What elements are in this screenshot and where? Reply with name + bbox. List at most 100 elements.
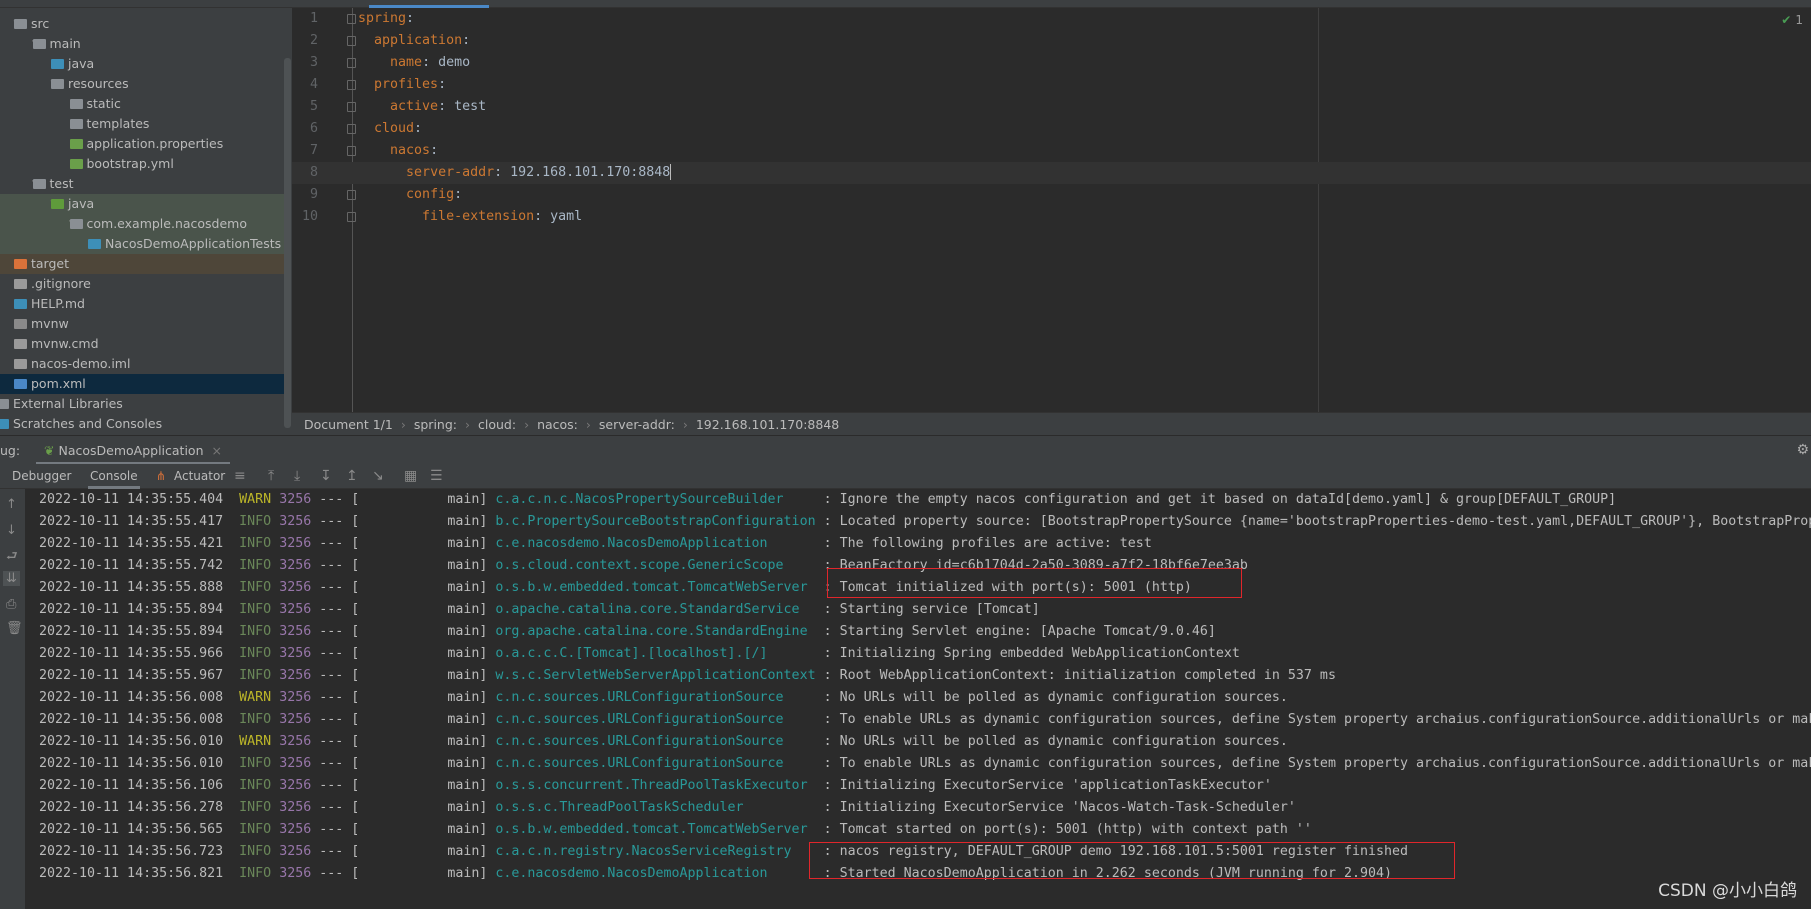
up-arrow-icon[interactable]: ↑: [6, 497, 17, 512]
yaml-key: application: [374, 33, 463, 48]
code-line[interactable]: 1 spring:: [292, 8, 1811, 30]
soft-wrap-icon[interactable]: ⮐: [6, 547, 18, 569]
tab-debugger[interactable]: Debugger: [12, 464, 71, 489]
log-row: 2022-10-11 14:35:56.565 INFO 3256 --- [ …: [39, 822, 1312, 837]
tree-item[interactable]: mvnw.cmd: [0, 334, 284, 354]
log-row: 2022-10-11 14:35:56.106 INFO 3256 --- [ …: [39, 778, 1272, 793]
run-to-cursor-icon[interactable]: ↘: [372, 464, 384, 489]
code-line[interactable]: 5 active: test: [292, 96, 1811, 118]
test-folder-icon: [51, 199, 64, 209]
fold-marker-icon[interactable]: [347, 190, 356, 200]
console-output[interactable]: 2022-10-11 14:35:55.404 WARN 3256 --- [ …: [25, 489, 1811, 909]
breadcrumb-item[interactable]: server-addr:: [599, 417, 675, 432]
tree-item[interactable]: static: [0, 94, 284, 114]
tree-item[interactable]: ⌄test: [0, 173, 284, 194]
tree-item[interactable]: ›java: [0, 54, 284, 74]
log-message: Tomcat started on port(s): 5001 (http) w…: [839, 822, 1312, 837]
code-line[interactable]: 3 name: demo: [292, 52, 1811, 74]
console-side-toolbar: ↑ ↓ ⮐ ⇊ ⎙ 🗑: [0, 489, 25, 909]
highlight-box-tomcat-port: [827, 568, 1242, 598]
settings-gear-icon[interactable]: ⚙: [1796, 436, 1809, 465]
test-class-icon: [88, 239, 101, 249]
yaml-key: cloud: [374, 121, 415, 136]
show-execution-point-icon[interactable]: ⤒: [268, 464, 274, 489]
log-pid: 3256: [279, 602, 312, 617]
line-number: 2: [309, 33, 318, 48]
tree-item-label: External Libraries: [13, 396, 123, 411]
fold-marker-icon[interactable]: [347, 146, 356, 156]
tree-item-label: pom.xml: [31, 376, 86, 391]
tree-item[interactable]: pom.xml: [0, 374, 284, 394]
log-pid: 3256: [279, 690, 312, 705]
tree-item[interactable]: application.properties: [0, 134, 284, 154]
log-row: 2022-10-11 14:35:55.421 INFO 3256 --- [ …: [39, 536, 1152, 551]
tree-item[interactable]: ⌄java: [0, 193, 284, 214]
project-tree-scrollbar[interactable]: [284, 58, 291, 428]
yaml-value: yaml: [550, 209, 583, 224]
fold-marker-icon[interactable]: [347, 80, 356, 90]
log-thread: main: [447, 492, 480, 507]
tab-console[interactable]: Console: [88, 464, 140, 489]
watermark: CSDN @小小白鸽: [1658, 881, 1797, 901]
fold-marker-icon[interactable]: [347, 14, 356, 24]
trace-icon[interactable]: ☰: [430, 464, 443, 489]
log-pid: 3256: [279, 756, 312, 771]
log-level: INFO: [239, 602, 272, 617]
tree-item[interactable]: HELP.md: [0, 294, 284, 314]
fold-marker-icon[interactable]: [347, 102, 356, 112]
gitignore-file-icon: [14, 279, 27, 289]
code-line[interactable]: 8 server-addr: 192.168.101.170:8848: [292, 162, 1811, 184]
code-line[interactable]: 7 nacos:: [292, 140, 1811, 162]
down-arrow-icon[interactable]: ↓: [6, 523, 17, 538]
tree-item[interactable]: .gitignore: [0, 274, 284, 294]
code-text: file-extension: yaml: [422, 209, 583, 224]
close-tab-icon[interactable]: ×: [211, 443, 221, 458]
tree-item[interactable]: nacos-demo.iml: [0, 354, 284, 374]
clear-all-icon[interactable]: 🗑: [6, 621, 23, 636]
inspection-widget[interactable]: ✔ 1: [1781, 13, 1803, 27]
step-over-icon[interactable]: ⤓: [294, 464, 300, 489]
log-level: WARN: [239, 734, 272, 749]
breadcrumb-item[interactable]: cloud:: [478, 417, 516, 432]
tree-item[interactable]: ›target: [0, 254, 284, 274]
code-line[interactable]: 9 config:: [292, 184, 1811, 206]
log-thread: main: [447, 822, 480, 837]
tree-item[interactable]: ⌄com.example.nacosdemo: [0, 213, 284, 234]
evaluate-expression-icon[interactable]: ▦: [404, 464, 417, 489]
code-line[interactable]: 6 cloud:: [292, 118, 1811, 140]
step-into-icon[interactable]: ↧: [320, 464, 332, 489]
code-line[interactable]: 10 file-extension: yaml: [292, 206, 1811, 228]
code-text: active: test: [390, 99, 487, 114]
tree-item[interactable]: templates: [0, 114, 284, 134]
tree-item[interactable]: mvnw: [0, 314, 284, 334]
print-icon[interactable]: ⎙: [6, 597, 16, 612]
breadcrumb-item[interactable]: spring:: [414, 417, 457, 432]
tree-item[interactable]: External Libraries: [0, 394, 284, 414]
folder-icon: [32, 39, 46, 49]
code-line[interactable]: 2 application:: [292, 30, 1811, 52]
tree-item[interactable]: ⌄main: [0, 33, 284, 54]
step-out-icon[interactable]: ↥: [346, 464, 358, 489]
run-tab-nacosdemoapplication[interactable]: ❦ NacosDemoApplication ×: [36, 436, 230, 465]
breadcrumb-item[interactable]: 192.168.101.170:8848: [696, 417, 839, 432]
tree-item[interactable]: ⌄resources: [0, 73, 284, 94]
tab-actuator[interactable]: Actuator: [174, 464, 225, 489]
log-row: 2022-10-11 14:35:56.008 WARN 3256 --- [ …: [39, 690, 1288, 705]
code-text: profiles:: [374, 77, 455, 92]
tree-item[interactable]: ⌄src: [0, 13, 284, 34]
fold-marker-icon[interactable]: [347, 212, 356, 222]
scroll-to-end-icon[interactable]: ⇊: [3, 571, 20, 586]
tree-item[interactable]: bootstrap.yml: [0, 154, 284, 174]
code-line[interactable]: 4 profiles:: [292, 74, 1811, 96]
tree-item[interactable]: Scratches and Consoles: [0, 414, 284, 434]
menu-icon[interactable]: ≡: [234, 464, 246, 489]
breadcrumb-item[interactable]: nacos:: [537, 417, 578, 432]
fold-marker-icon[interactable]: [347, 36, 356, 46]
breadcrumb-item[interactable]: Document 1/1: [304, 417, 393, 432]
yaml-value: 192.168.101.170:8848: [510, 165, 671, 180]
fold-marker-icon[interactable]: [347, 124, 356, 134]
tree-item[interactable]: NacosDemoApplicationTests: [0, 234, 284, 254]
log-pid: 3256: [279, 646, 312, 661]
fold-marker-icon[interactable]: [347, 58, 356, 68]
log-level: INFO: [239, 646, 272, 661]
